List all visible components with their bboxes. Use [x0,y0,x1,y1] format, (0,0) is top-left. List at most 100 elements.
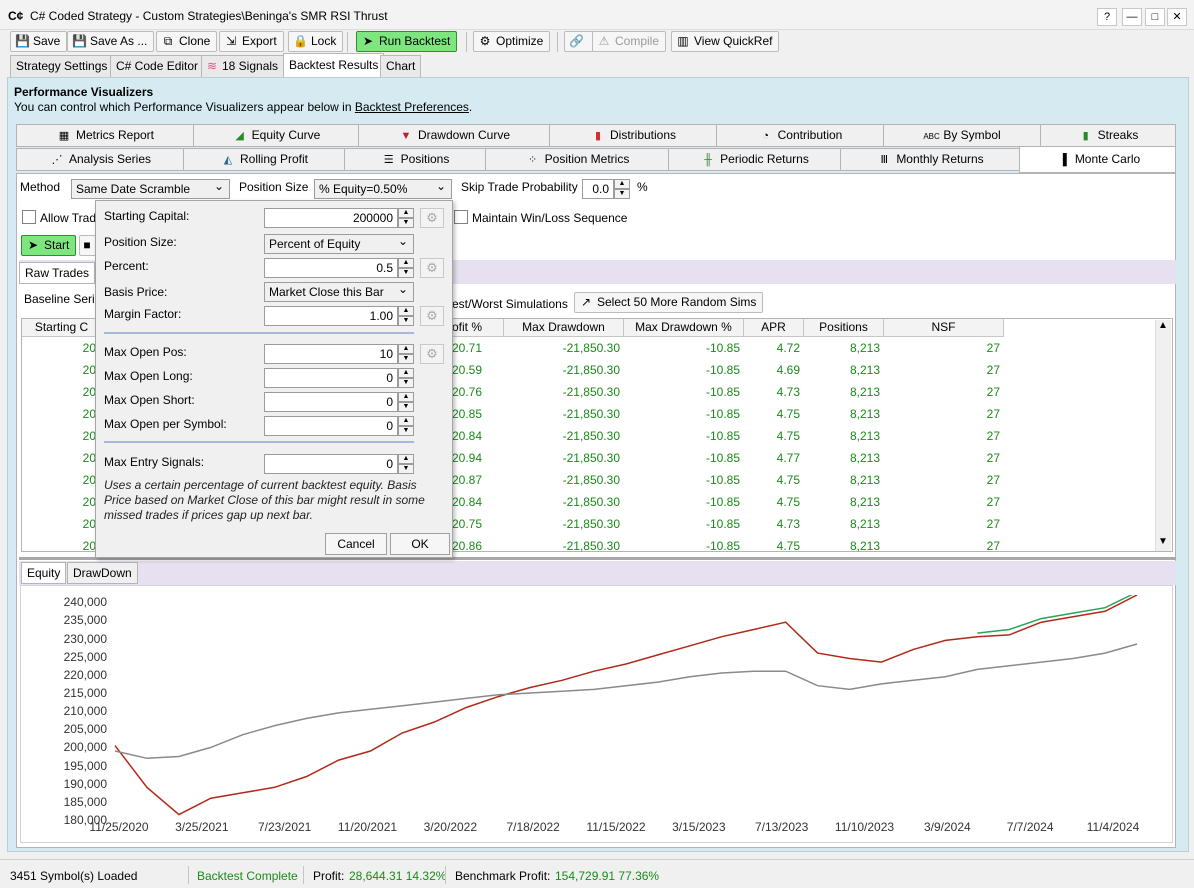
spin-up-icon[interactable]: ▲ [398,258,414,268]
max-open-pos-input[interactable]: 10 [264,344,398,364]
starting-capital-input[interactable]: 200000 [264,208,398,228]
tab-equity-curve[interactable]: ◢ Equity Curve [193,124,359,147]
tab-by-symbol[interactable]: ABC By Symbol [883,124,1041,147]
tab-chart[interactable]: Chart [380,55,422,77]
column-header[interactable]: Max Drawdown [504,319,624,337]
minimize-button[interactable]: — [1122,8,1142,26]
spin-up-icon[interactable]: ▲ [398,392,414,402]
close-button[interactable]: ✕ [1167,8,1187,26]
save-button[interactable]: 💾 Save [10,31,68,52]
spin-down-icon[interactable]: ▼ [398,402,414,412]
lock-button[interactable]: 🔒 Lock [288,31,344,52]
percent-input[interactable]: 0.5 [264,258,398,278]
max-entry-signals-stepper[interactable]: ▲ ▼ [398,454,414,474]
spin-down-icon[interactable]: ▼ [398,464,414,474]
spin-down-icon[interactable]: ▼ [614,189,630,199]
export-button[interactable]: ⇲ Export [219,31,284,52]
table-cell: 27 [986,363,1000,377]
spin-up-icon[interactable]: ▲ [398,368,414,378]
scroll-down-icon[interactable]: ▼ [1158,536,1168,547]
max-open-pos-stepper[interactable]: ▲ ▼ [398,344,414,364]
ok-button[interactable]: OK [390,533,450,555]
spin-down-icon[interactable]: ▼ [398,426,414,436]
help-button[interactable]: ? [1097,8,1117,26]
cancel-button[interactable]: Cancel [325,533,387,555]
link-button[interactable]: 🔗 [564,31,594,52]
max-open-per-symbol-input[interactable]: 0 [264,416,398,436]
skip-trade-input[interactable]: 0.0 [582,179,614,199]
spin-up-icon[interactable]: ▲ [398,416,414,426]
run-backtest-button[interactable]: ➤ Run Backtest [356,31,458,52]
tab-monte-carlo[interactable]: ▐ Monte Carlo [1019,146,1176,173]
spin-up-icon[interactable]: ▲ [398,454,414,464]
spin-up-icon[interactable]: ▲ [614,179,630,189]
save-as-button[interactable]: 💾 Save As ... [67,31,155,52]
starting-capital-stepper[interactable]: ▲ ▼ [398,208,414,228]
max-open-short-input[interactable]: 0 [264,392,398,412]
spin-down-icon[interactable]: ▼ [398,378,414,388]
allow-checkbox[interactable] [22,210,36,224]
maintain-sequence-checkbox[interactable] [454,210,468,224]
optimize-button[interactable]: ⚙ Optimize [473,31,551,52]
max-open-short-stepper[interactable]: ▲ ▼ [398,392,414,412]
gear-icon[interactable]: ⚙ [420,344,444,364]
spin-up-icon[interactable]: ▲ [398,208,414,218]
compile-button[interactable]: ⚠ Compile [592,31,667,52]
maximize-button[interactable]: □ [1145,8,1165,26]
spin-down-icon[interactable]: ▼ [398,316,414,326]
select-more-button[interactable]: ↗ Select 50 More Random Sims [574,292,764,313]
view-quickref-button[interactable]: ▥ View QuickRef [671,31,780,52]
column-header[interactable]: Positions [804,319,884,337]
spin-up-icon[interactable]: ▲ [398,306,414,316]
margin-factor-stepper[interactable]: ▲ ▼ [398,306,414,326]
column-header[interactable]: APR [744,319,804,337]
tab-drawdown[interactable]: DrawDown [67,562,138,584]
method-select[interactable]: Same Date Scramble [71,177,230,199]
table-cell: -21,850.30 [562,495,620,509]
position-size-select[interactable]: % Equity=0.50% [314,177,452,199]
scroll-up-icon[interactable]: ▲ [1158,320,1168,331]
tab-periodic-returns[interactable]: ╫ Periodic Returns [668,148,841,171]
tab-signals[interactable]: ≋ 18 Signals [201,55,285,77]
tab-distributions[interactable]: ▮ Distributions [549,124,717,147]
start-button[interactable]: ➤ Start [21,235,77,256]
backtest-preferences-link[interactable]: Backtest Preferences [355,100,469,114]
gear-icon[interactable]: ⚙ [420,258,444,278]
tab-code-editor[interactable]: C# Code Editor [110,55,205,77]
tab-raw-trades[interactable]: Raw Trades [19,262,96,284]
tab-drawdown-curve[interactable]: ▼ Drawdown Curve [358,124,550,147]
table-scrollbar[interactable]: ▲ ▼ [1155,320,1171,551]
column-header[interactable]: NSF [884,319,1004,337]
tab-backtest-results[interactable]: Backtest Results [283,53,385,77]
tab-position-metrics[interactable]: ⁘ Position Metrics [485,148,669,171]
max-open-long-input[interactable]: 0 [264,368,398,388]
spin-down-icon[interactable]: ▼ [398,354,414,364]
clone-button[interactable]: ⧉ Clone [156,31,218,52]
table-cell: 20.71 [452,341,483,355]
percent-stepper[interactable]: ▲ ▼ [398,258,414,278]
tab-metrics-report[interactable]: ▦ Metrics Report [16,124,194,147]
column-header[interactable]: ofit % [452,319,504,337]
basis-price-select[interactable]: Market Close this Bar [264,280,414,302]
max-open-per-symbol-stepper[interactable]: ▲ ▼ [398,416,414,436]
tab-positions[interactable]: ☰ Positions [344,148,486,171]
spin-up-icon[interactable]: ▲ [398,344,414,354]
gear-icon[interactable]: ⚙ [420,306,444,326]
tab-streaks[interactable]: ▮ Streaks [1040,124,1176,147]
tab-rolling-profit[interactable]: ◭ Rolling Profit [183,148,345,171]
max-entry-signals-input[interactable]: 0 [264,454,398,474]
tab-equity[interactable]: Equity [21,562,67,584]
spin-down-icon[interactable]: ▼ [398,218,414,228]
skip-trade-stepper[interactable]: ▲ ▼ [614,179,630,199]
column-header[interactable]: Max Drawdown % [624,319,744,337]
gear-icon[interactable]: ⚙ [420,208,444,228]
spin-down-icon[interactable]: ▼ [398,268,414,278]
max-open-long-stepper[interactable]: ▲ ▼ [398,368,414,388]
tab-strategy-settings[interactable]: Strategy Settings [10,55,114,77]
tab-contribution[interactable]: ◔ Contribution [716,124,884,147]
margin-factor-input[interactable]: 1.00 [264,306,398,326]
position-size-select[interactable]: Percent of Equity [264,232,414,254]
tab-monthly-returns[interactable]: Ⅲ Monthly Returns [840,148,1020,171]
column-header[interactable]: Starting C [22,319,102,337]
tab-analysis-series[interactable]: ⋰ Analysis Series [16,148,184,171]
